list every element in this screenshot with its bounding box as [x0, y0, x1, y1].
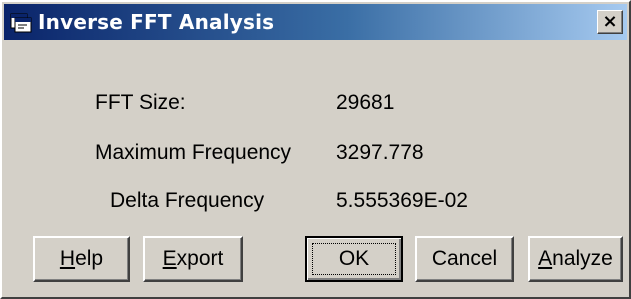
- title-bar[interactable]: Inverse FFT Analysis ×: [4, 4, 627, 40]
- export-button[interactable]: Export: [143, 236, 243, 282]
- dialog-title: Inverse FFT Analysis: [38, 10, 275, 34]
- close-button[interactable]: ×: [597, 10, 623, 34]
- help-button[interactable]: Help: [33, 236, 130, 282]
- maximum-frequency-label: Maximum Frequency: [95, 141, 292, 164]
- maximum-frequency-value: 3297.778: [336, 141, 424, 164]
- analyze-mnemonic: A: [538, 247, 553, 270]
- export-mnemonic: E: [162, 247, 177, 270]
- export-label-rest: xport: [176, 247, 224, 270]
- ok-label: OK: [338, 247, 370, 270]
- cancel-button[interactable]: Cancel: [415, 236, 514, 282]
- fft-size-value: 29681: [336, 91, 395, 114]
- help-label-rest: elp: [75, 247, 104, 270]
- dialog-window-icon: [10, 11, 32, 33]
- help-mnemonic: H: [59, 247, 76, 270]
- cancel-label: Cancel: [431, 247, 498, 270]
- ok-button[interactable]: OK: [305, 236, 403, 282]
- analyze-label-rest: nalyze: [552, 247, 613, 270]
- analyze-button[interactable]: Analyze: [528, 236, 623, 282]
- fft-size-label: FFT Size:: [95, 91, 186, 114]
- close-icon: ×: [602, 11, 618, 32]
- delta-frequency-label: Delta Frequency: [110, 189, 265, 212]
- delta-frequency-value: 5.555369E-02: [336, 189, 468, 212]
- inverse-fft-dialog: Inverse FFT Analysis × FFT Size: 29681 M…: [0, 0, 631, 299]
